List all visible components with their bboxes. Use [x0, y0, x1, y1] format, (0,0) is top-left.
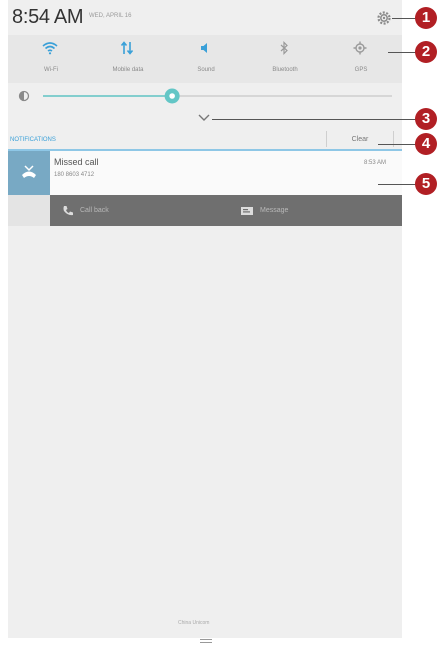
clear-divider: [326, 131, 327, 147]
quick-settings-panel: Wi-Fi Mobile data Sound Bluetooth GPS: [8, 35, 402, 83]
brightness-slider[interactable]: [8, 86, 402, 106]
phone-icon: [63, 206, 73, 216]
mobile-data-toggle[interactable]: Mobile data: [88, 35, 168, 83]
wifi-toggle[interactable]: Wi-Fi: [11, 35, 91, 83]
bluetooth-label: Bluetooth: [272, 67, 298, 73]
callout-3: 3: [415, 108, 437, 130]
callout-leader-2: [388, 52, 416, 53]
message-label: Message: [260, 207, 289, 214]
status-time: 8:54 AM: [12, 6, 84, 28]
callout-4: 4: [415, 133, 437, 155]
mobile-data-icon: [120, 41, 134, 55]
status-date: WED, APRIL 16: [89, 13, 132, 19]
notifications-header: NOTIFICATIONS Clear: [8, 127, 402, 151]
wifi-icon: [42, 42, 58, 55]
callout-leader-5: [378, 184, 416, 185]
callout-leader-3: [212, 119, 416, 120]
wifi-label: Wi-Fi: [44, 67, 58, 73]
call-back-button[interactable]: Call back: [50, 195, 220, 226]
chevron-down-icon[interactable]: [195, 110, 213, 121]
call-back-label: Call back: [80, 207, 109, 214]
notifications-title: NOTIFICATIONS: [10, 137, 56, 143]
missed-call-icon: [8, 151, 50, 195]
callout-1: 1: [415, 7, 437, 29]
callout-2: 2: [415, 41, 437, 63]
sound-label: Sound: [197, 67, 215, 73]
callout-leader-1: [392, 18, 416, 19]
mobile-data-label: Mobile data: [112, 67, 144, 73]
notification-actions: Call back Message: [50, 195, 402, 226]
carrier-label: China Unicom: [178, 620, 210, 626]
drag-handle[interactable]: [200, 630, 212, 643]
gear-icon[interactable]: [376, 10, 392, 26]
gps-label: GPS: [354, 67, 368, 73]
bluetooth-icon: [280, 41, 288, 55]
caller-number: 180 8603 4712: [54, 172, 95, 178]
callout-leader-4: [378, 144, 416, 145]
brightness-icon: [18, 90, 30, 102]
sound-icon: [201, 43, 207, 53]
notification-time: 8:53 AM: [364, 160, 387, 166]
notification-icon-filler: [8, 195, 50, 226]
gps-toggle[interactable]: GPS: [321, 35, 401, 83]
sound-toggle[interactable]: Sound: [166, 35, 246, 83]
message-button[interactable]: Message: [230, 195, 400, 226]
gps-icon: [353, 41, 367, 55]
brightness-thumb[interactable]: [164, 88, 180, 104]
callout-5: 5: [415, 173, 437, 195]
bluetooth-toggle[interactable]: Bluetooth: [245, 35, 325, 83]
message-icon: [241, 207, 253, 215]
notification-title: Missed call: [54, 157, 99, 167]
missed-call-notification[interactable]: Missed call 180 8603 4712 8:53 AM Call b…: [8, 151, 402, 226]
